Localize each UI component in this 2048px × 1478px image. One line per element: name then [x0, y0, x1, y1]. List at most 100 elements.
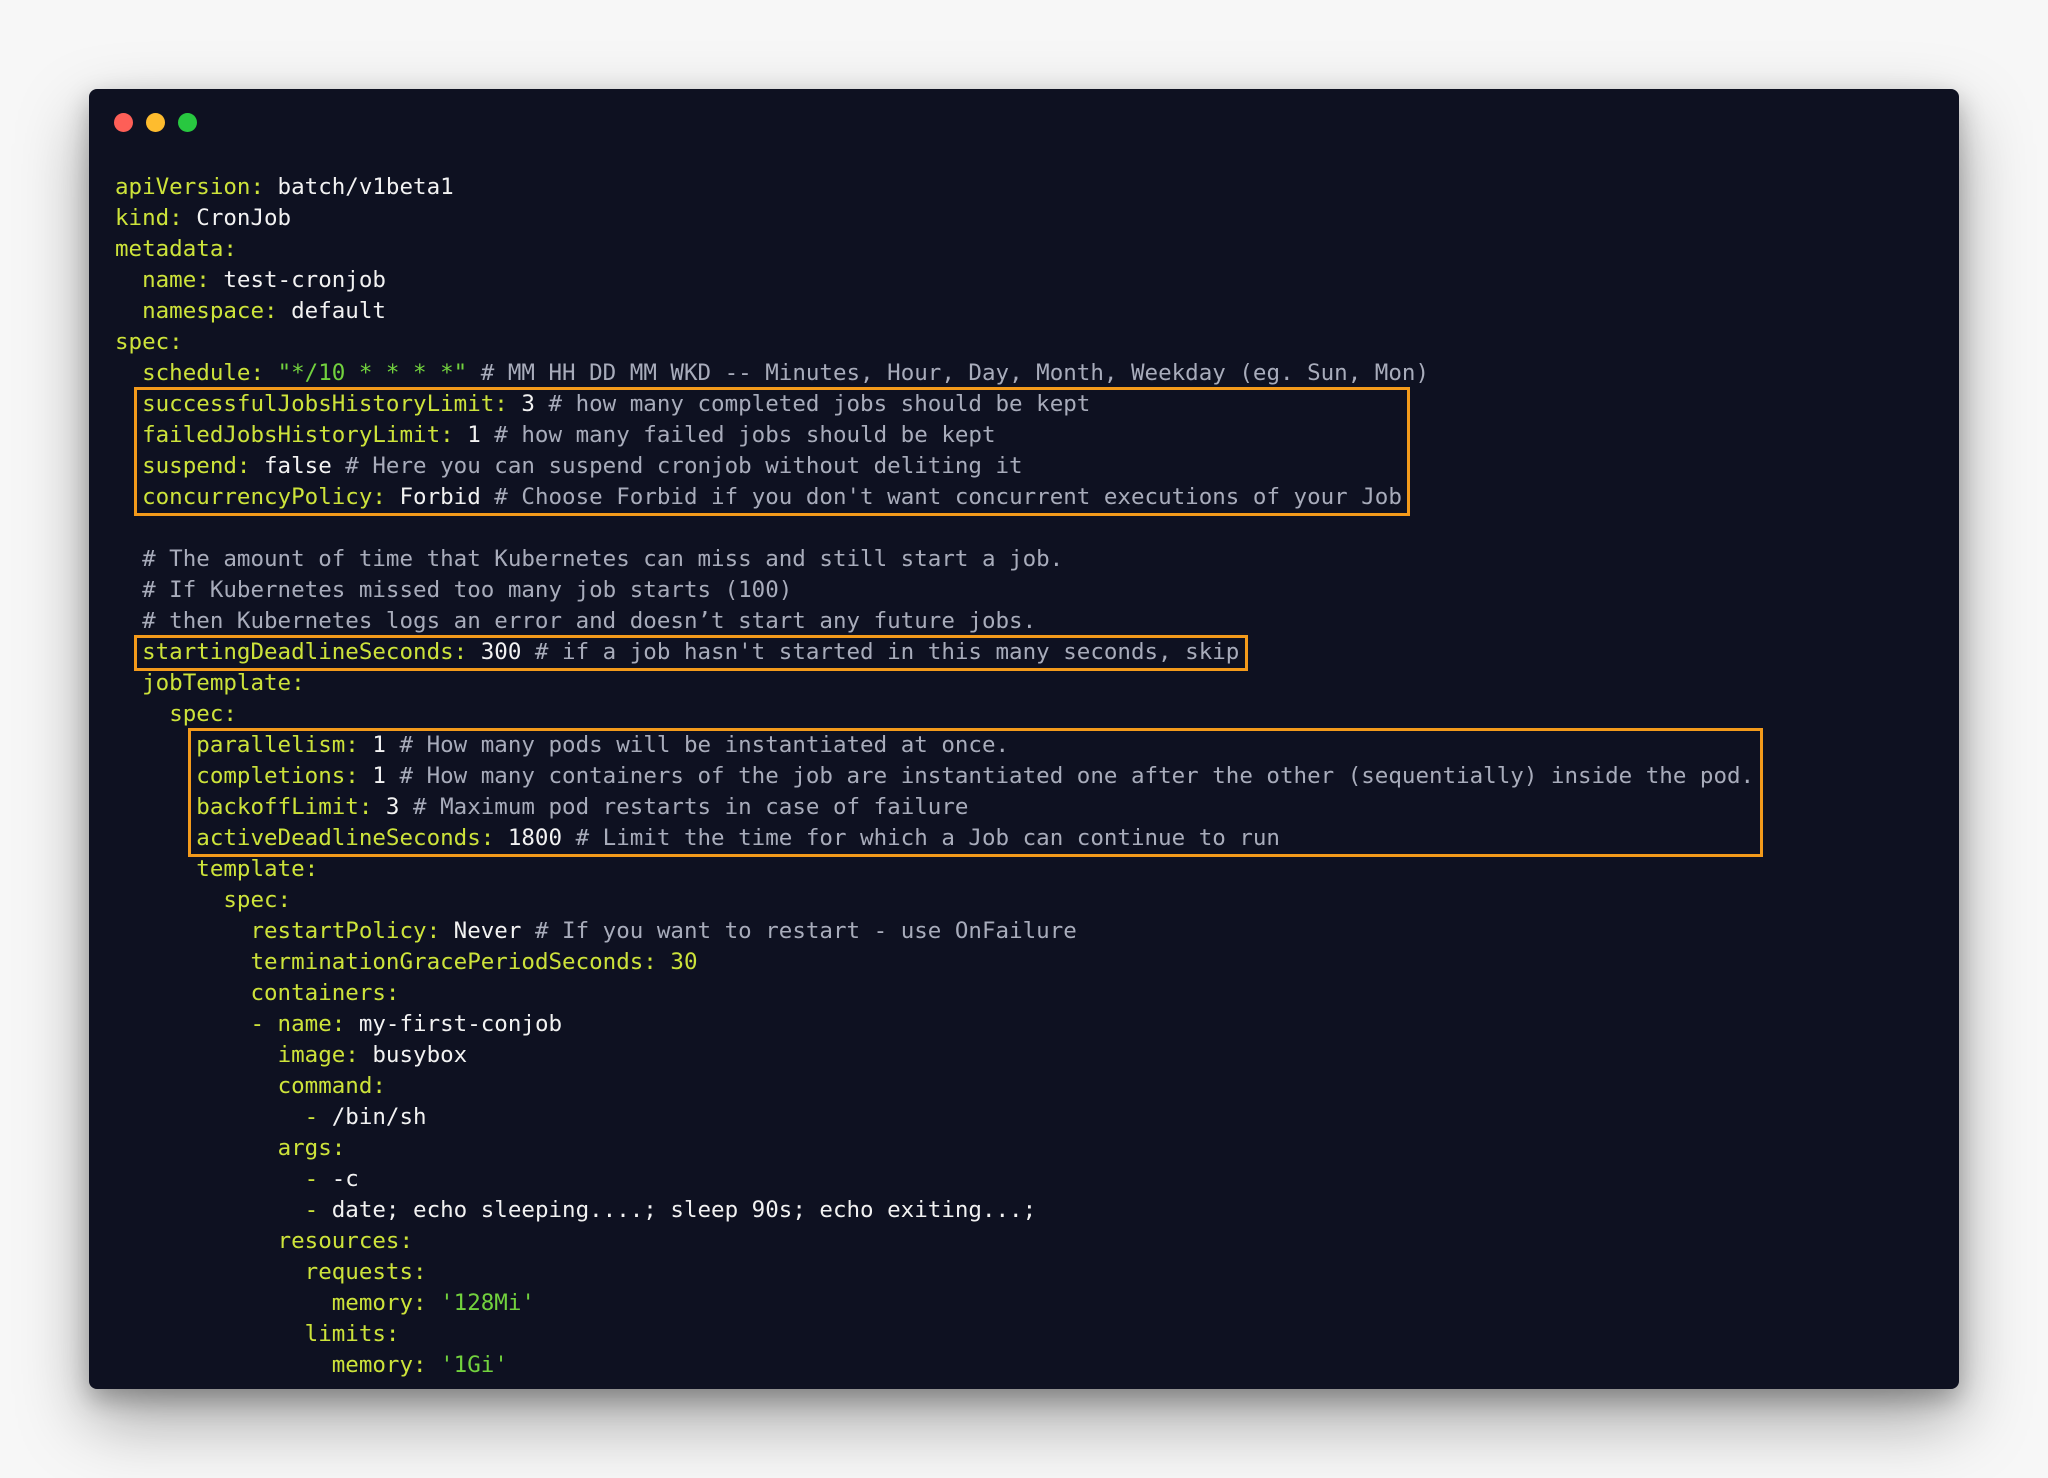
yaml-key: schedule: [142, 360, 265, 386]
yaml-key: memory: [331, 1352, 427, 1378]
yaml-key: terminationGracePeriodSeconds: 30 [250, 949, 698, 975]
code-line: completions: 1 # How many containers of … [115, 761, 1754, 792]
yaml-key: args: [277, 1135, 346, 1161]
code-line: command: [115, 1071, 386, 1102]
yaml-key: apiVersion: [115, 174, 265, 200]
code-line: backoffLimit: 3 # Maximum pod restarts i… [115, 792, 968, 823]
yaml-comment: # then Kubernetes logs an error and does… [142, 608, 1037, 634]
code-line: memory: '128Mi' [115, 1288, 535, 1319]
close-dot-icon[interactable] [114, 113, 133, 132]
yaml-value: false [250, 453, 332, 479]
yaml-value: 300 [467, 639, 522, 665]
yaml-string: '1Gi' [440, 1352, 508, 1378]
yaml-code-block: apiVersion: batch/v1beta1 kind: CronJob me… [115, 172, 1945, 1382]
minimize-dot-icon[interactable] [146, 113, 165, 132]
yaml-value [427, 1290, 441, 1316]
code-line: - date; echo sleeping....; sleep 90s; ec… [115, 1195, 1037, 1226]
yaml-key: namespace: [142, 298, 278, 324]
code-line: schedule: "*/10 * * * *" # MM HH DD MM W… [115, 358, 1429, 389]
yaml-value: my-first-conjob [345, 1011, 563, 1037]
yaml-value [427, 1352, 441, 1378]
code-line: - -c [115, 1164, 359, 1195]
code-line: parallelism: 1 # How many pods will be i… [115, 730, 1009, 761]
yaml-key: failedJobsHistoryLimit: [142, 422, 454, 448]
yaml-key: activeDeadlineSeconds: [196, 825, 495, 851]
code-line: args: [115, 1133, 346, 1164]
yaml-value: date; echo sleeping....; sleep 90s; echo… [318, 1197, 1037, 1223]
code-line: requests: [115, 1257, 427, 1288]
code-line: - name: my-first-conjob [115, 1009, 562, 1040]
code-line: template: [115, 854, 318, 885]
yaml-value: busybox [358, 1042, 468, 1068]
yaml-comment: # If you want to restart - use OnFailure [521, 918, 1077, 944]
yaml-value: batch/v1beta1 [264, 174, 454, 200]
code-line: spec: [115, 885, 291, 916]
code-line: terminationGracePeriodSeconds: 30 [115, 947, 698, 978]
code-line: spec: [115, 327, 183, 358]
yaml-string: '128Mi' [440, 1290, 535, 1316]
yaml-key: - [304, 1197, 319, 1223]
code-line: limits: [115, 1319, 400, 1350]
yaml-key: memory: [331, 1290, 427, 1316]
yaml-comment: # If Kubernetes missed too many job star… [142, 577, 793, 603]
yaml-comment: # Maximum pod restarts in case of failur… [399, 794, 969, 820]
code-line: - /bin/sh [115, 1102, 427, 1133]
yaml-value: 1 [358, 732, 386, 758]
code-line: # If Kubernetes missed too many job star… [115, 575, 792, 606]
yaml-key: startingDeadlineSeconds: [142, 639, 468, 665]
code-line: concurrencyPolicy: Forbid # Choose Forbi… [115, 482, 1402, 513]
yaml-comment: # The amount of time that Kubernetes can… [142, 546, 1064, 572]
code-line: namespace: default [115, 296, 386, 327]
yaml-comment: # MM HH DD MM WKD -- Minutes, Hour, Day,… [467, 360, 1429, 386]
yaml-key: restartPolicy: [250, 918, 441, 944]
code-line: # then Kubernetes logs an error and does… [115, 606, 1036, 637]
code-line: failedJobsHistoryLimit: 1 # how many fai… [115, 420, 996, 451]
yaml-value: 1 [358, 763, 386, 789]
code-line: memory: '1Gi' [115, 1350, 508, 1381]
yaml-value: CronJob [182, 205, 292, 231]
yaml-key: command: [277, 1073, 386, 1099]
code-line: resources: [115, 1226, 413, 1257]
yaml-key: concurrencyPolicy: [142, 484, 386, 510]
code-line: containers: [115, 978, 399, 1009]
yaml-key: spec: [223, 887, 292, 913]
yaml-key: image: [277, 1042, 359, 1068]
yaml-value: 3 [372, 794, 400, 820]
yaml-value: default [277, 298, 386, 324]
yaml-comment: # how many failed jobs should be kept [480, 422, 996, 448]
code-line: apiVersion: batch/v1beta1 [115, 172, 454, 203]
code-line: jobTemplate: [115, 668, 305, 699]
code-line: activeDeadlineSeconds: 1800 # Limit the … [115, 823, 1280, 854]
yaml-comment: # Here you can suspend cronjob without d… [331, 453, 1023, 479]
code-line: name: test-cronjob [115, 265, 386, 296]
yaml-key: jobTemplate: [142, 670, 305, 696]
yaml-value: 1 [453, 422, 481, 448]
code-line: image: busybox [115, 1040, 468, 1071]
maximize-dot-icon[interactable] [178, 113, 197, 132]
code-line: suspend: false # Here you can suspend cr… [115, 451, 1023, 482]
yaml-key: containers: [250, 980, 400, 1006]
